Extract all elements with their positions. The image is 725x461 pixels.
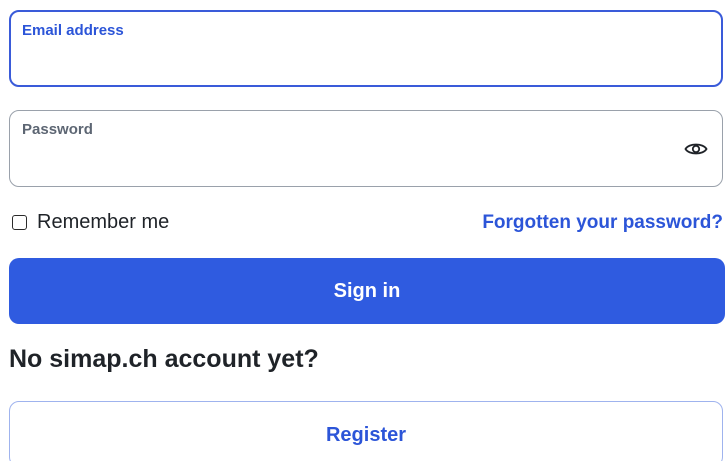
email-input[interactable] [23, 51, 661, 77]
remember-me-checkbox[interactable] [12, 215, 27, 230]
forgot-password-link[interactable]: Forgotten your password? [482, 212, 723, 234]
remember-me-label: Remember me [37, 211, 170, 233]
password-field-label: Password [22, 121, 93, 138]
no-account-heading: No simap.ch account yet? [9, 345, 319, 373]
password-input[interactable] [22, 152, 662, 178]
remember-me-option[interactable]: Remember me [12, 211, 169, 234]
sign-in-button[interactable]: Sign in [9, 258, 725, 324]
email-field[interactable]: Email address [9, 10, 723, 87]
password-field[interactable]: Password [9, 110, 723, 187]
sign-in-button-label: Sign in [333, 279, 401, 302]
register-button[interactable]: Register [9, 401, 723, 461]
eye-icon [684, 143, 708, 155]
login-form: Email address Password Remember me Forgo… [0, 0, 725, 461]
show-password-button[interactable] [682, 136, 710, 162]
email-field-label: Email address [22, 22, 124, 39]
register-button-label: Register [325, 424, 407, 446]
